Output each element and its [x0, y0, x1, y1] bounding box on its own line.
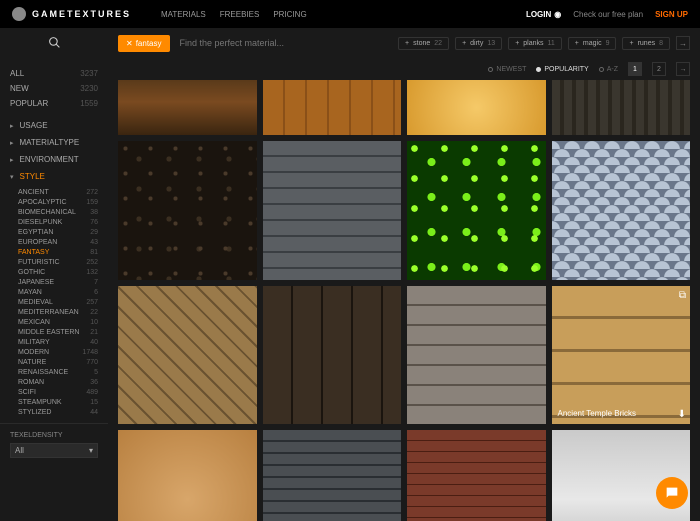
plus-icon: +	[405, 40, 409, 47]
chat-icon	[664, 485, 680, 501]
nav-freebies[interactable]: FREEBIES	[220, 10, 260, 19]
suggestion-dirty[interactable]: +dirty13	[455, 37, 502, 50]
style-item-european[interactable]: EUROPEAN43	[18, 237, 98, 247]
style-item-dieselpunk[interactable]: DIESELPUNK76	[18, 217, 98, 227]
suggestion-magic[interactable]: +magic9	[568, 37, 617, 50]
logo[interactable]: GAMETEXTURES	[12, 7, 131, 21]
style-item-ancient[interactable]: ANCIENT272	[18, 187, 98, 197]
style-item-scifi[interactable]: SCIFI489	[18, 387, 98, 397]
search-row: ✕ fantasy +stone22 +dirty13 +planks11 +m…	[0, 28, 700, 58]
category-environment[interactable]: ▸ENVIRONMENT	[0, 151, 108, 168]
texture-tile[interactable]	[407, 141, 546, 280]
texture-tile[interactable]	[118, 286, 257, 425]
chat-button[interactable]	[656, 477, 688, 509]
chevron-right-icon: ▸	[10, 122, 14, 130]
brand-text: GAMETEXTURES	[32, 9, 131, 19]
texture-tile[interactable]	[407, 430, 546, 521]
style-item-stylized[interactable]: STYLIZED44	[18, 407, 98, 417]
filter-popular[interactable]: POPULAR1559	[10, 96, 98, 111]
plus-icon: +	[575, 40, 579, 47]
login-button[interactable]: LOGIN ◉	[526, 10, 561, 19]
style-item-steampunk[interactable]: STEAMPUNK15	[18, 397, 98, 407]
style-item-middle-eastern[interactable]: MIDDLE EASTERN21	[18, 327, 98, 337]
sidebar: ALL3237 NEW3230 POPULAR1559 ▸USAGE ▸MATE…	[0, 58, 108, 521]
texture-tile[interactable]	[118, 80, 257, 135]
texture-tile[interactable]	[263, 141, 402, 280]
close-icon: ✕	[126, 39, 133, 48]
plus-icon: +	[629, 40, 633, 47]
style-item-mexican[interactable]: MEXICAN10	[18, 317, 98, 327]
texture-tile[interactable]	[407, 80, 546, 135]
style-item-modern[interactable]: MODERN1748	[18, 347, 98, 357]
sort-az[interactable]: A-Z	[599, 66, 618, 73]
texture-tile[interactable]	[552, 141, 691, 280]
style-item-nature[interactable]: NATURE770	[18, 357, 98, 367]
texeldensity-label: TEXELDENSITY	[10, 432, 98, 439]
style-item-gothic[interactable]: GOTHIC132	[18, 267, 98, 277]
suggestion-runes[interactable]: +runes8	[622, 37, 670, 50]
nav-pricing[interactable]: PRICING	[273, 10, 306, 19]
search-input[interactable]	[180, 38, 320, 48]
plus-icon: +	[515, 40, 519, 47]
texture-grid: ⧉ Ancient Temple Bricks ⬇	[118, 80, 690, 521]
logo-icon	[12, 7, 26, 21]
style-item-mediterranean[interactable]: MEDITERRANEAN22	[18, 307, 98, 317]
filter-all[interactable]: ALL3237	[10, 66, 98, 81]
page-2[interactable]: 2	[652, 62, 666, 76]
download-icon[interactable]: ⬇	[678, 409, 686, 420]
texture-tile[interactable]	[552, 80, 691, 135]
category-usage[interactable]: ▸USAGE	[0, 117, 108, 134]
plus-icon: +	[462, 40, 466, 47]
texture-tile[interactable]	[118, 430, 257, 521]
texture-tile[interactable]	[263, 80, 402, 135]
style-item-roman[interactable]: ROMAN36	[18, 377, 98, 387]
style-item-medieval[interactable]: MEDIEVAL257	[18, 297, 98, 307]
suggestion-stone[interactable]: +stone22	[398, 37, 449, 50]
category-materialtype[interactable]: ▸MATERIALTYPE	[0, 134, 108, 151]
user-icon: ◉	[554, 10, 561, 19]
nav-materials[interactable]: MATERIALS	[161, 10, 206, 19]
search-trigger[interactable]	[0, 28, 108, 58]
style-item-biomechanical[interactable]: BIOMECHANICAL38	[18, 207, 98, 217]
category-style[interactable]: ▾STYLE	[0, 168, 108, 185]
free-plan-link[interactable]: Check our free plan	[573, 10, 643, 19]
texture-tile[interactable]	[118, 141, 257, 280]
page-1[interactable]: 1	[628, 62, 642, 76]
search-icon	[48, 36, 61, 51]
suggestions-next[interactable]: →	[676, 36, 690, 50]
sort-newest[interactable]: NEWEST	[488, 66, 526, 73]
style-item-military[interactable]: MILITARY40	[18, 337, 98, 347]
texture-tile[interactable]	[263, 430, 402, 521]
style-item-mayan[interactable]: MAYAN6	[18, 287, 98, 297]
top-bar: GAMETEXTURES MATERIALS FREEBIES PRICING …	[0, 0, 700, 28]
style-item-japanese[interactable]: JAPANESE7	[18, 277, 98, 287]
suggestion-planks[interactable]: +planks11	[508, 37, 562, 50]
active-filter-tag[interactable]: ✕ fantasy	[118, 35, 170, 52]
chevron-right-icon: ▸	[10, 139, 14, 147]
page-next[interactable]: →	[676, 62, 690, 76]
texeldensity-select[interactable]: All▾	[10, 443, 98, 458]
chevron-down-icon: ▾	[89, 446, 93, 455]
style-item-apocalyptic[interactable]: APOCALYPTIC159	[18, 197, 98, 207]
sort-popularity[interactable]: POPULARITY	[536, 66, 588, 73]
signup-button[interactable]: SIGN UP	[655, 10, 688, 19]
chevron-down-icon: ▾	[10, 173, 14, 181]
chevron-right-icon: ▸	[10, 156, 14, 164]
tile-title: Ancient Temple Bricks	[558, 409, 685, 418]
style-item-futuristic[interactable]: FUTURISTIC252	[18, 257, 98, 267]
texture-tile[interactable]	[263, 286, 402, 425]
texture-tile-hovered[interactable]: ⧉ Ancient Temple Bricks ⬇	[552, 286, 691, 425]
top-nav: MATERIALS FREEBIES PRICING	[161, 10, 307, 19]
texture-tile[interactable]	[407, 286, 546, 425]
style-item-egyptian[interactable]: EGYPTIAN29	[18, 227, 98, 237]
main-content: NEWEST POPULARITY A-Z 1 2 → ⧉ Ancient Te…	[108, 58, 700, 521]
filter-new[interactable]: NEW3230	[10, 81, 98, 96]
style-item-renaissance[interactable]: RENAISSANCE5	[18, 367, 98, 377]
style-item-fantasy[interactable]: FANTASY81	[18, 247, 98, 257]
